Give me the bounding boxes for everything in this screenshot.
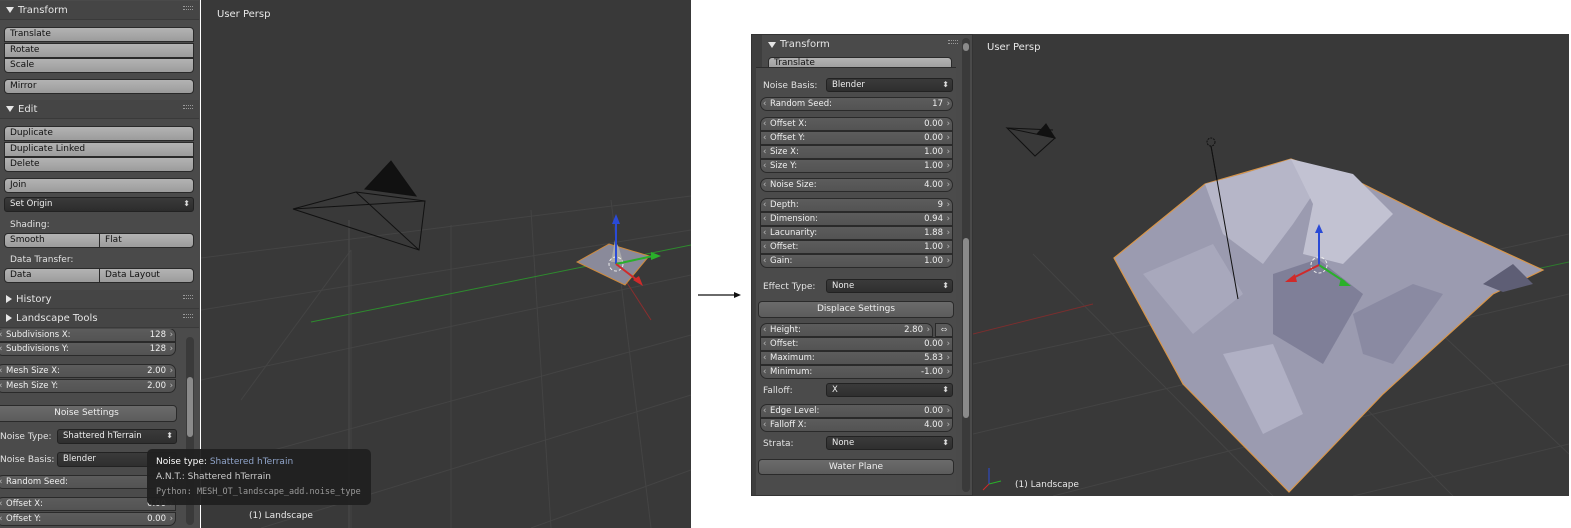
collapse-triangle-icon xyxy=(6,7,14,13)
history-panel-header[interactable]: History xyxy=(0,290,199,309)
viewport-object-label: (1) Landscape xyxy=(249,511,313,521)
landscape-terrain xyxy=(1113,145,1545,493)
edge-level-field[interactable]: Edge Level:0.00 xyxy=(760,404,953,418)
noise-basis-select[interactable]: Blender xyxy=(826,78,953,92)
displace-offset-field[interactable]: Offset:0.00 xyxy=(760,337,953,351)
data-layout-button[interactable]: Data Layout xyxy=(99,268,194,283)
grip-icon[interactable] xyxy=(183,314,193,318)
join-button[interactable]: Join xyxy=(4,178,194,193)
falloff-x-field[interactable]: Falloff X:4.00 xyxy=(760,418,953,432)
set-origin-select[interactable]: Set Origin xyxy=(4,197,194,212)
duplicate-button[interactable]: Duplicate xyxy=(4,126,194,141)
strata-select[interactable]: None xyxy=(826,436,953,450)
lacunarity-field[interactable]: Lacunarity:1.88 xyxy=(760,226,953,240)
tooltip-value: Shattered hTerrain xyxy=(209,457,294,467)
collapse-triangle-icon xyxy=(6,106,14,112)
right-3d-viewport[interactable]: User Persp (1) Landscape xyxy=(973,34,1569,496)
size-x-field[interactable]: Size X:1.00 xyxy=(760,145,953,159)
dimension-field[interactable]: Dimension:0.94 xyxy=(760,212,953,226)
rotate-button[interactable]: Rotate xyxy=(4,43,194,58)
size-y-field[interactable]: Size Y:1.00 xyxy=(760,159,953,173)
duplicate-linked-button[interactable]: Duplicate Linked xyxy=(4,142,194,157)
delete-button[interactable]: Delete xyxy=(4,157,194,172)
history-title: History xyxy=(16,293,52,305)
strata-label: Strata: xyxy=(763,439,794,449)
offset-x-field[interactable]: Offset X:0.00 xyxy=(760,117,953,131)
transition-arrow xyxy=(698,287,742,303)
falloff-select[interactable]: X xyxy=(826,383,953,397)
grip-icon[interactable] xyxy=(183,295,193,299)
subdivisions-x-field[interactable]: Subdivisions X:128 xyxy=(0,329,176,342)
height-link-icon[interactable]: ⇔ xyxy=(935,323,953,337)
noise-type-select[interactable]: Shattered hTerrain xyxy=(57,429,177,444)
right-tool-panel: Transform Translate Noise Basis: Blender… xyxy=(751,34,973,496)
maximum-field[interactable]: Maximum:5.83 xyxy=(760,351,953,365)
grip-icon[interactable] xyxy=(948,40,958,44)
collapse-triangle-icon xyxy=(768,41,776,48)
panel-scrollbar[interactable] xyxy=(962,38,970,492)
tooltip-key: Noise type: xyxy=(156,457,207,467)
camera-object xyxy=(1005,123,1057,157)
scale-button[interactable]: Scale xyxy=(4,58,194,73)
smooth-button[interactable]: Smooth xyxy=(4,233,100,248)
landscape-tools-title: Landscape Tools xyxy=(16,312,98,324)
camera-object xyxy=(292,160,426,251)
noise-type-label: Noise Type: xyxy=(0,432,52,442)
gain-field[interactable]: Gain:1.00 xyxy=(760,254,953,268)
edit-title: Edit xyxy=(18,103,38,115)
water-plane-button[interactable]: Water Plane xyxy=(758,459,954,475)
noise-size-field[interactable]: Noise Size:4.00 xyxy=(760,178,953,192)
viewport-scene xyxy=(973,123,1569,496)
expand-triangle-icon xyxy=(6,314,12,322)
offset-field[interactable]: Offset:1.00 xyxy=(760,240,953,254)
mesh-size-x-field[interactable]: Mesh Size X:2.00 xyxy=(0,364,176,378)
grip-icon[interactable] xyxy=(183,6,193,10)
axis-widget xyxy=(982,468,1002,491)
tooltip-line2: A.N.T.: Shattered hTerrain xyxy=(156,472,271,482)
depth-field[interactable]: Depth:9 xyxy=(760,198,953,212)
shading-label: Shading: xyxy=(10,220,50,230)
mirror-button[interactable]: Mirror xyxy=(4,79,194,94)
transform-panel-header[interactable]: Transform xyxy=(762,35,964,54)
arrow-icon xyxy=(698,292,741,298)
effect-type-label: Effect Type: xyxy=(763,282,816,292)
transform-title: Transform xyxy=(18,4,68,16)
landscape-object xyxy=(575,214,661,286)
tooltip-python: Python: MESH_OT_landscape_add.noise_type xyxy=(156,487,361,497)
displace-settings-button[interactable]: Displace Settings xyxy=(758,301,954,318)
edit-panel-header[interactable]: Edit xyxy=(0,100,199,119)
falloff-label: Falloff: xyxy=(763,386,793,396)
transform-panel-header[interactable]: Transform xyxy=(0,1,199,20)
noise-basis-label: Noise Basis: xyxy=(0,455,55,465)
mesh-size-y-field[interactable]: Mesh Size Y:2.00 xyxy=(0,379,176,393)
minimum-field[interactable]: Minimum:-1.00 xyxy=(760,365,953,379)
random-seed-field[interactable]: Random Seed:17 xyxy=(760,97,953,111)
effect-type-select[interactable]: None xyxy=(826,279,953,293)
offset-y-field[interactable]: Offset Y:0.00 xyxy=(760,131,953,145)
subdivisions-y-field[interactable]: Subdivisions Y:128 xyxy=(0,342,176,356)
viewport-object-label: (1) Landscape xyxy=(1015,480,1079,490)
data-transfer-label: Data Transfer: xyxy=(10,255,74,265)
translate-button[interactable]: Translate xyxy=(4,27,194,42)
noise-settings-button[interactable]: Noise Settings xyxy=(0,405,177,422)
data-button[interactable]: Data xyxy=(4,268,100,283)
height-field[interactable]: Height:2.80 xyxy=(760,323,933,337)
operator-panel: Noise Basis: Blender Random Seed:17 Offs… xyxy=(756,67,956,495)
flat-button[interactable]: Flat xyxy=(99,233,194,248)
offset-y-field[interactable]: Offset Y:0.00 xyxy=(0,512,176,526)
noise-basis-label: Noise Basis: xyxy=(763,81,818,91)
landscape-tools-header[interactable]: Landscape Tools xyxy=(0,309,199,328)
grip-icon[interactable] xyxy=(183,105,193,109)
expand-triangle-icon xyxy=(6,295,12,303)
tooltip: Noise type: Shattered hTerrain A.N.T.: S… xyxy=(147,449,371,505)
